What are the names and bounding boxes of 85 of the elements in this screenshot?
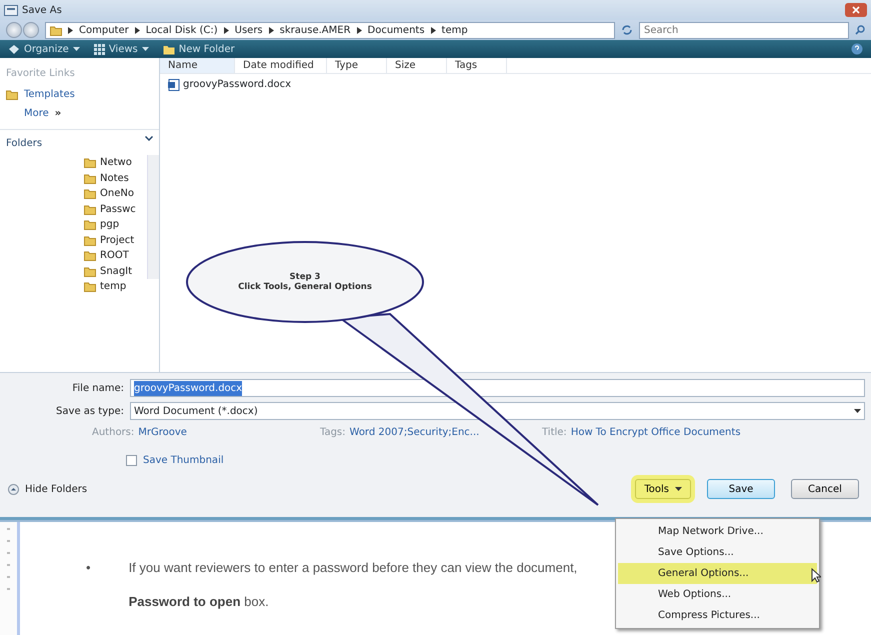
menu-item[interactable]: Web Options... <box>618 584 817 605</box>
callout-text: Step 3 <box>288 272 322 282</box>
diamond-icon <box>8 44 20 54</box>
folder-icon <box>6 89 18 100</box>
folder-icon <box>84 281 96 292</box>
chevron-icon <box>430 26 436 34</box>
save-button[interactable]: Save <box>707 479 775 499</box>
menu-item[interactable]: Compress Pictures... <box>618 605 817 626</box>
folder-icon <box>84 234 96 246</box>
chevron-icon <box>134 26 140 34</box>
save-type-dropdown[interactable]: Word Document (*.docx) <box>130 402 865 420</box>
folder-icon <box>84 266 96 277</box>
caret-icon <box>142 47 149 51</box>
checkbox-label[interactable]: Save Thumbnail <box>143 453 224 468</box>
grid-icon <box>94 44 105 54</box>
close-icon <box>852 6 860 14</box>
column-header[interactable]: Tags <box>447 58 507 73</box>
folder-item[interactable]: pgp <box>84 217 147 232</box>
folder-icon <box>84 250 96 262</box>
folder-item[interactable]: ROOT <box>84 248 147 264</box>
organize-button[interactable]: Organize <box>8 42 80 56</box>
search-field[interactable]: Search <box>639 22 849 38</box>
caret-icon <box>854 409 861 413</box>
section-heading: Favorite Links <box>5 67 76 81</box>
window-icon <box>4 4 18 16</box>
collapse-icon <box>8 484 19 494</box>
views-button[interactable]: Views <box>94 42 149 56</box>
file-name-field[interactable]: groovyPassword.docx <box>130 379 865 397</box>
menu-item[interactable]: Save Options... <box>618 542 817 563</box>
folder-item[interactable]: Notes <box>84 170 147 186</box>
column-header[interactable]: Type <box>327 58 387 73</box>
address-bar[interactable]: Computer Local Disk (C:) Users skrause.AMER Documents temp <box>45 22 615 38</box>
folder-item[interactable]: SnagIt <box>84 264 147 279</box>
chevron-icon <box>268 26 274 34</box>
more-link[interactable]: More » <box>0 104 159 123</box>
folder-icon <box>84 219 96 230</box>
forward-button[interactable] <box>23 22 39 38</box>
field-value[interactable]: MrGroove <box>138 425 187 440</box>
checkbox[interactable] <box>126 455 137 466</box>
column-header[interactable]: Size <box>387 58 447 73</box>
caret-icon <box>72 47 80 51</box>
new-folder-button[interactable]: New Folder <box>162 42 235 56</box>
close-button[interactable] <box>845 3 867 17</box>
refresh-icon[interactable] <box>621 24 633 36</box>
field-label: Tags: <box>320 426 346 440</box>
folder-icon <box>50 24 62 36</box>
folder-icon <box>84 172 96 184</box>
help-icon[interactable] <box>851 43 863 55</box>
folder-item[interactable]: Netwo <box>84 155 147 170</box>
field-value[interactable]: How To Encrypt Office Documents <box>570 425 741 440</box>
field-label: Save as type: <box>55 404 124 418</box>
column-header[interactable]: Name <box>160 58 235 73</box>
chevron-icon <box>224 26 229 34</box>
hide-folders-button[interactable]: Hide Folders <box>8 482 88 496</box>
folder-item[interactable]: temp <box>84 279 147 294</box>
document-icon <box>168 78 180 90</box>
favorite-link[interactable]: Templates <box>0 85 159 104</box>
folder-item[interactable]: OneNo <box>84 186 147 202</box>
folders-header[interactable]: Folders <box>0 129 159 155</box>
field-value[interactable]: Word 2007;Security;Enc... <box>350 425 480 440</box>
chevron-icon <box>356 26 362 34</box>
callout-text: Click Tools, General Options <box>237 282 373 292</box>
folder-icon <box>84 157 96 168</box>
field-label: Title: <box>542 426 567 440</box>
scrollbar[interactable] <box>147 155 159 279</box>
column-header[interactable]: Date modified <box>235 58 327 73</box>
folder-item[interactable]: Passwc <box>84 202 147 217</box>
file-row[interactable]: groovyPassword.docx <box>160 74 871 95</box>
caret-icon <box>675 487 682 491</box>
paragraph-text: Password to open box. <box>128 592 270 611</box>
chevron-icon <box>145 136 153 141</box>
folder-icon <box>84 188 96 200</box>
folder-item[interactable]: Project <box>84 232 147 248</box>
window-title: Save As <box>22 4 62 18</box>
menu-item[interactable]: Map Network Drive... <box>618 521 817 542</box>
bullet: • <box>86 559 91 577</box>
cancel-button[interactable]: Cancel <box>791 479 859 499</box>
field-label: Authors: <box>92 426 134 440</box>
back-button[interactable] <box>6 22 22 38</box>
search-icon[interactable] <box>855 25 865 35</box>
chevron-icon <box>68 26 73 34</box>
field-label: File name: <box>71 382 124 396</box>
folder-icon <box>84 204 96 215</box>
paragraph-text: If you want reviewers to enter a password before they can view the document, <box>128 559 578 577</box>
folder-icon <box>162 44 175 54</box>
